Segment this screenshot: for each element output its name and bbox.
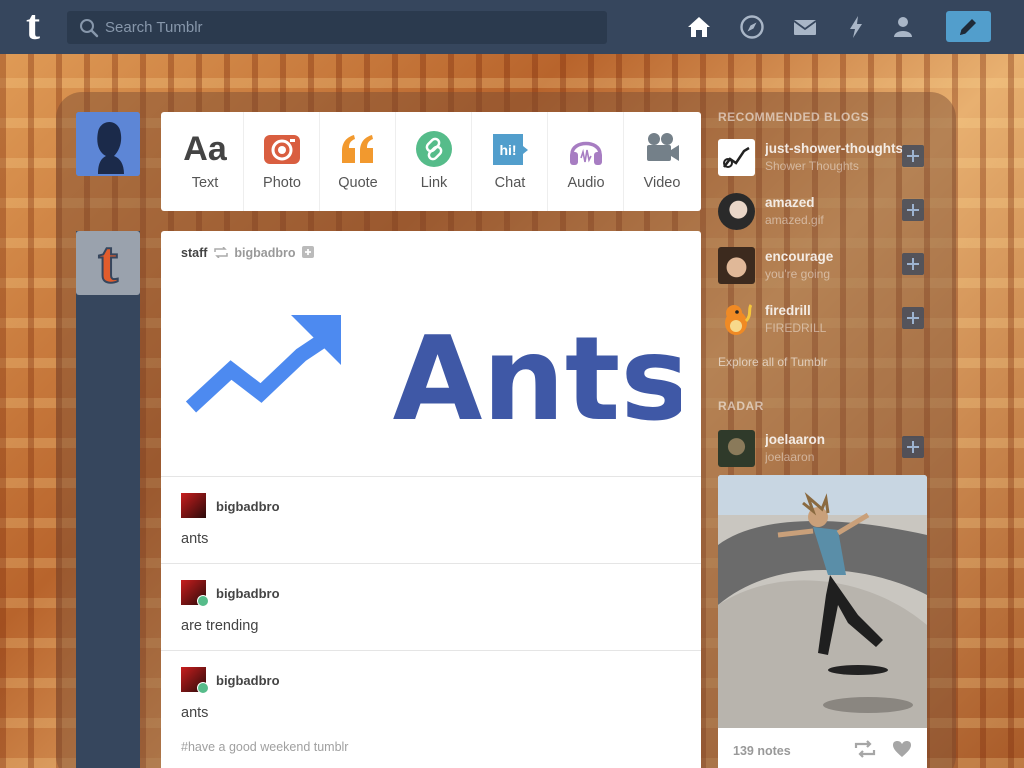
reblog-icon xyxy=(214,246,228,259)
activity-icon[interactable] xyxy=(843,14,869,40)
notes-count[interactable]: 139 notes xyxy=(733,744,791,758)
skateboarder-photo xyxy=(718,475,927,728)
svg-text:Ants: Ants xyxy=(393,315,681,425)
reply-item: bigbadbro are trending xyxy=(161,563,701,650)
explore-icon[interactable] xyxy=(739,14,765,40)
recommended-blog[interactable]: firedrill FIREDRILL xyxy=(718,301,928,345)
bigbadbro-avatar[interactable] xyxy=(181,667,209,694)
follow-plus-icon[interactable] xyxy=(902,436,924,458)
quote-icon xyxy=(342,135,373,163)
compose-text-button[interactable]: Aa Text xyxy=(167,112,243,211)
chat-icon: hi! xyxy=(493,134,528,165)
compose-button[interactable] xyxy=(946,11,991,42)
pencil-icon xyxy=(960,19,976,35)
follow-plus-icon[interactable] xyxy=(902,307,924,329)
silhouette-avatar-image xyxy=(76,112,140,176)
post-author[interactable]: staff xyxy=(181,246,207,260)
recommended-blog[interactable]: amazed amazed.gif xyxy=(718,193,928,237)
post-composer: Aa Text Photo Quote Link hi! Chat Audio … xyxy=(161,112,701,211)
link-icon xyxy=(416,131,452,167)
radar-blog[interactable]: joelaaron joelaaron xyxy=(718,430,928,474)
bigbadbro-avatar[interactable] xyxy=(181,580,209,607)
bigbadbro-avatar[interactable] xyxy=(181,493,206,518)
home-icon[interactable] xyxy=(686,14,712,40)
camera-icon xyxy=(264,135,300,164)
reply-item: bigbadbro ants xyxy=(161,650,701,737)
reblog-badge-icon xyxy=(197,595,209,607)
reply-item: bigbadbro ants xyxy=(161,476,701,563)
reblog-badge-icon xyxy=(197,682,209,694)
firedrill-avatar xyxy=(718,301,755,338)
post-tags[interactable]: #have a good weekend tumblr xyxy=(181,740,348,754)
recommended-blog[interactable]: encourage you're going xyxy=(718,247,928,291)
follow-plus-icon[interactable] xyxy=(902,253,924,275)
search-box[interactable] xyxy=(67,11,607,44)
amazed-avatar xyxy=(718,193,755,230)
search-input[interactable] xyxy=(105,11,595,44)
tumblr-logo[interactable]: t xyxy=(15,5,51,48)
follow-plus-icon[interactable] xyxy=(301,246,314,258)
text-icon: Aa xyxy=(183,130,227,168)
staff-avatar[interactable]: t xyxy=(76,230,140,295)
encourage-avatar xyxy=(718,247,755,284)
top-navigation-bar: t xyxy=(0,0,1024,54)
shower-thoughts-avatar xyxy=(718,139,755,176)
my-avatar[interactable] xyxy=(76,112,140,176)
compose-quote-button[interactable]: Quote xyxy=(319,112,395,211)
follow-plus-icon[interactable] xyxy=(902,145,924,167)
video-camera-icon xyxy=(647,133,679,161)
compose-video-button[interactable]: Video xyxy=(623,112,699,211)
follow-plus-icon[interactable] xyxy=(902,199,924,221)
compose-chat-button[interactable]: hi! Chat xyxy=(471,112,547,211)
explore-link[interactable]: Explore all of Tumblr xyxy=(718,355,827,369)
dashboard-post: staff bigbadbro Ants bigbadbro ants bigb… xyxy=(161,231,701,768)
svg-text:hi!: hi! xyxy=(499,142,516,158)
headphones-icon xyxy=(570,141,602,165)
compose-link-button[interactable]: Link xyxy=(395,112,471,211)
radar-post-card[interactable]: 139 notes xyxy=(718,475,927,768)
post-image-ants: Ants xyxy=(185,315,681,425)
radar-heading: RADAR xyxy=(718,399,764,413)
reblogged-from[interactable]: bigbadbro xyxy=(234,246,295,260)
recommended-blog[interactable]: just-shower-thoughts Shower Thoughts xyxy=(718,139,928,183)
recommended-blogs-heading: RECOMMENDED BLOGS xyxy=(718,110,870,124)
compose-audio-button[interactable]: Audio xyxy=(547,112,623,211)
post-header: staff bigbadbro xyxy=(181,246,314,262)
post-avatar-rail xyxy=(76,231,140,768)
inbox-icon[interactable] xyxy=(792,14,818,40)
compose-photo-button[interactable]: Photo xyxy=(243,112,319,211)
heart-icon[interactable] xyxy=(892,740,912,758)
reblog-icon[interactable] xyxy=(854,740,876,758)
search-icon xyxy=(80,19,99,38)
account-icon[interactable] xyxy=(890,14,916,40)
joelaaron-avatar xyxy=(718,430,755,467)
